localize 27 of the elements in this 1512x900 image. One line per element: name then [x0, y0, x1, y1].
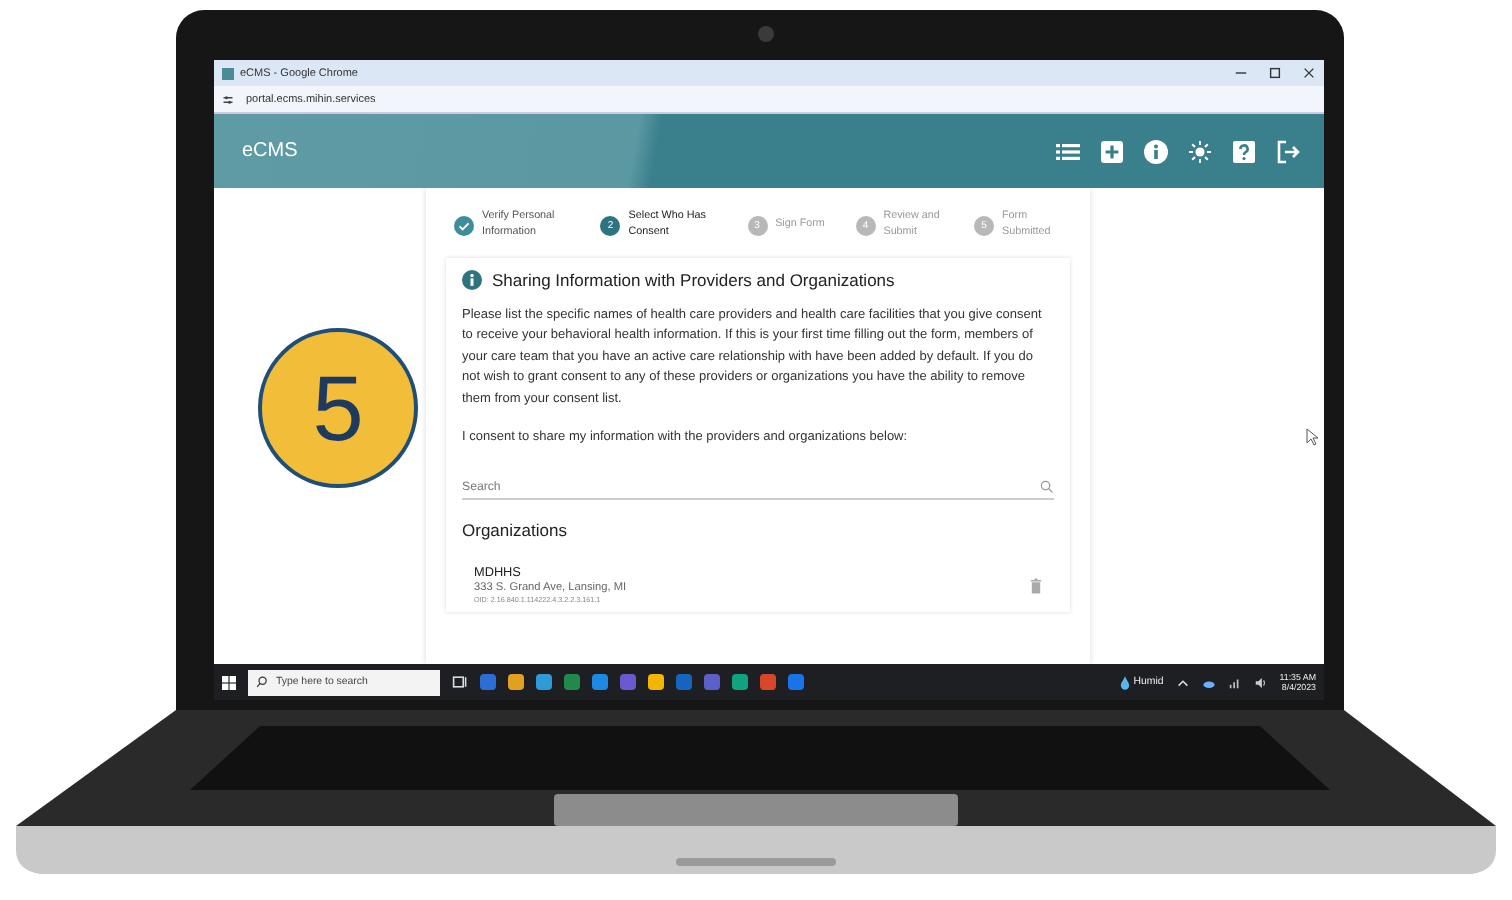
chevron-up-icon[interactable]	[1175, 675, 1190, 689]
camera-icon	[758, 26, 774, 42]
weather-icon[interactable]	[1119, 675, 1130, 689]
add-icon[interactable]	[1100, 139, 1124, 163]
organizations-heading: Organizations	[462, 520, 569, 541]
task-view-icon[interactable]	[452, 674, 468, 690]
info-icon	[462, 269, 482, 290]
sun-icon[interactable]	[1188, 139, 1212, 163]
app-title: eCMS	[242, 140, 298, 162]
list-icon[interactable]	[1056, 139, 1080, 163]
search-icon	[256, 676, 268, 688]
help-icon[interactable]	[1232, 139, 1256, 163]
search-icon	[1040, 480, 1054, 495]
logout-icon[interactable]	[1276, 139, 1300, 163]
check-icon	[454, 215, 474, 236]
windows-logo-icon[interactable]	[222, 675, 236, 689]
section-title: Sharing Information with Providers and Organizations	[492, 269, 895, 290]
maximize-icon[interactable]	[1268, 66, 1282, 80]
network-icon[interactable]	[1227, 675, 1242, 689]
minimize-icon[interactable]	[1234, 66, 1248, 80]
close-icon[interactable]	[1302, 66, 1316, 80]
favicon-icon	[222, 67, 234, 79]
speaker-icon[interactable]	[1253, 675, 1268, 689]
site-info-icon[interactable]	[222, 93, 234, 105]
cursor-icon	[1306, 428, 1318, 446]
trash-icon[interactable]	[1030, 577, 1042, 594]
info-icon[interactable]	[1144, 139, 1168, 163]
